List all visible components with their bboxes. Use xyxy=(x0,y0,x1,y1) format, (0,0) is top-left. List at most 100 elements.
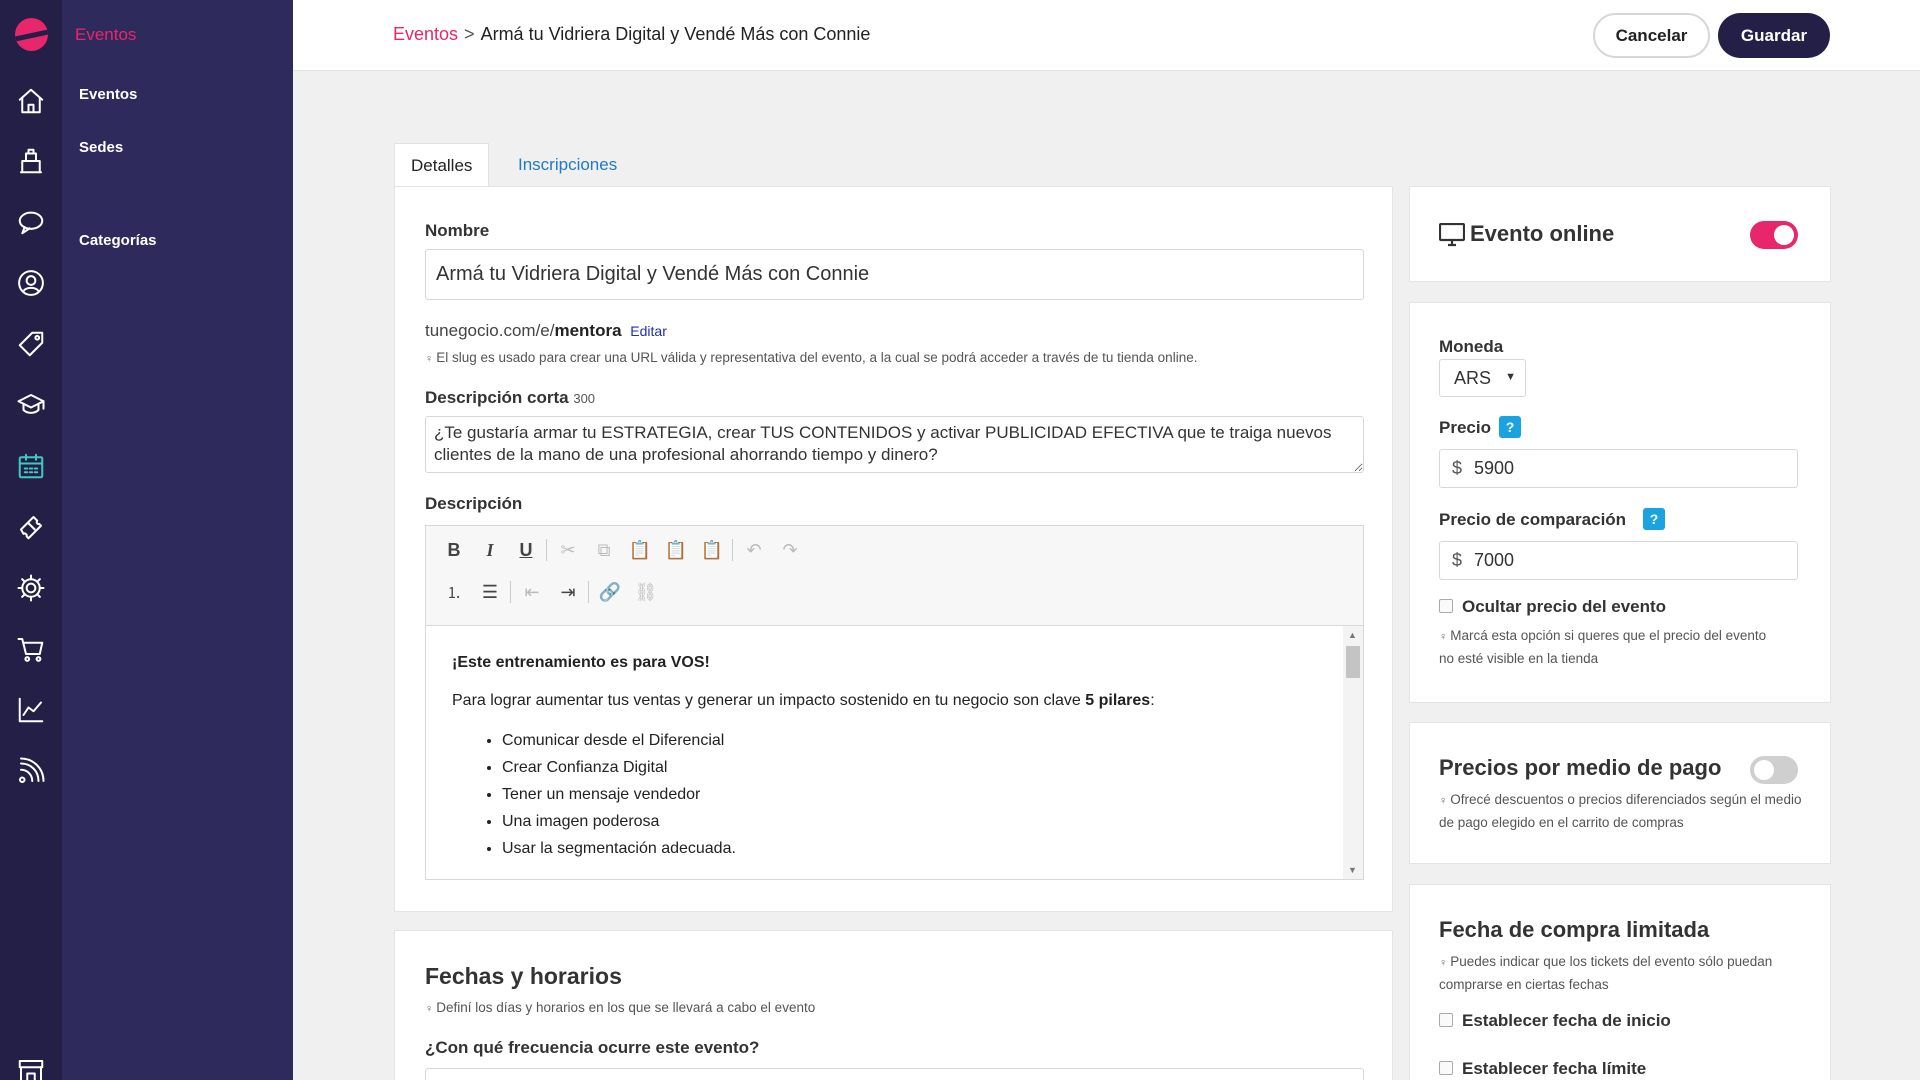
editor-paragraph: Para lograr aumentar tus ventas y genera… xyxy=(452,692,1317,710)
home-icon[interactable] xyxy=(14,84,48,118)
price-currency-symbol: $ xyxy=(1452,458,1463,478)
lightbulb-icon: ♀ xyxy=(1439,957,1448,969)
link-icon[interactable]: 🔗 xyxy=(596,578,624,606)
short-desc-count: 300 xyxy=(573,391,596,406)
name-label: Nombre xyxy=(425,221,490,240)
hide-price-hint-text: Marcá esta opción si queres que el preci… xyxy=(1439,628,1767,666)
start-date-label[interactable]: Establecer fecha de inicio xyxy=(1462,1011,1671,1031)
scrollbar-thumb[interactable] xyxy=(1346,646,1360,678)
end-date-label[interactable]: Establecer fecha límite xyxy=(1462,1059,1646,1079)
slug-hint: ♀ El slug es usado para crear una URL vál… xyxy=(425,347,1375,370)
section-title: Eventos xyxy=(75,25,137,44)
frequency-select[interactable] xyxy=(425,1068,1364,1080)
rss-icon[interactable] xyxy=(14,754,48,788)
tab-detalles[interactable]: Detalles xyxy=(394,143,490,187)
redo-icon[interactable]: ↷ xyxy=(776,536,804,564)
limited-date-title: Fecha de compra limitada xyxy=(1439,917,1710,942)
breadcrumb-separator: > xyxy=(464,24,475,44)
cart-icon[interactable] xyxy=(14,632,48,666)
bulleted-list-icon[interactable]: ☰ xyxy=(476,578,504,606)
start-date-checkbox[interactable] xyxy=(1439,1013,1453,1027)
unlink-icon[interactable]: ⛓ xyxy=(632,578,660,606)
breadcrumb-root-link[interactable]: Eventos xyxy=(393,24,458,44)
outdent-icon[interactable]: ⇤ xyxy=(518,578,546,606)
name-input[interactable] xyxy=(425,249,1364,300)
chat-icon[interactable] xyxy=(14,205,48,239)
scroll-down-icon[interactable]: ▼ xyxy=(1348,865,1357,875)
tab-inscripciones[interactable]: Inscripciones xyxy=(502,143,633,187)
paste-word-icon[interactable]: 📋 xyxy=(698,536,726,564)
limited-date-hint: ♀ Puedes indicar que los tickets del even… xyxy=(1439,951,1804,995)
lightbulb-icon: ♀ xyxy=(1439,631,1448,643)
shop-icon[interactable] xyxy=(14,1054,48,1080)
desc-label: Descripción xyxy=(425,494,523,513)
end-date-checkbox[interactable] xyxy=(1439,1061,1453,1075)
cut-icon[interactable]: ✂ xyxy=(554,536,582,564)
gear-icon[interactable] xyxy=(14,571,48,605)
hide-price-hint: ♀ Marcá esta opción si queres que el prec… xyxy=(1439,625,1779,669)
lightbulb-icon: ♀ xyxy=(1439,795,1448,807)
underline-icon[interactable]: U xyxy=(512,536,540,564)
scroll-up-icon[interactable]: ▲ xyxy=(1348,630,1357,640)
slug-edit-link[interactable]: Editar xyxy=(630,323,667,339)
user-icon[interactable] xyxy=(14,266,48,300)
breadcrumb-current: Armá tu Vidriera Digital y Vendé Más con… xyxy=(480,24,871,44)
pricing-card: Moneda ARS ▼ Precio ? $5900 Precio de co… xyxy=(1409,302,1831,703)
breadcrumb: Eventos > Armá tu Vidriera Digital y Vendé… xyxy=(393,24,870,45)
lightbulb-icon: ♀ xyxy=(425,353,434,365)
top-bar: Eventos > Armá tu Vidriera Digital y Vendé… xyxy=(293,0,1920,71)
graduation-cap-icon[interactable] xyxy=(14,388,48,422)
editor-toolbar: B I U ✂ ⧉ 📋 📋 📋 ↶ ↷ ⒈ ☰ ⇤ ⇥ 🔗 ⛓ xyxy=(426,526,1363,626)
subnav-item-sedes[interactable]: Sedes xyxy=(79,139,123,156)
compare-price-help-icon[interactable]: ? xyxy=(1643,508,1665,530)
list-item: Usar la segmentación adecuada. xyxy=(502,838,1317,859)
editor-content[interactable]: ¡Este entrenamiento es para VOS! Para lo… xyxy=(426,626,1343,879)
limited-date-card: Fecha de compra limitada ♀ Puedes indicar… xyxy=(1409,884,1831,1080)
calendar-icon[interactable] xyxy=(14,449,48,483)
price-label: Precio xyxy=(1439,418,1491,437)
chart-icon[interactable] xyxy=(14,693,48,727)
payment-prices-hint: ♀ Ofrecé descuentos o precios diferenciad… xyxy=(1439,789,1804,833)
price-input[interactable]: $5900 xyxy=(1439,449,1798,488)
editor-scrollbar[interactable]: ▲ ▼ xyxy=(1343,626,1363,879)
payment-prices-toggle[interactable] xyxy=(1750,756,1798,784)
payment-prices-hint-text: Ofrecé descuentos o precios diferenciado… xyxy=(1439,792,1802,830)
paste-text-icon[interactable]: 📋 xyxy=(662,536,690,564)
undo-icon[interactable]: ↶ xyxy=(740,536,768,564)
subnav-item-categorias[interactable]: Categorías xyxy=(79,232,157,249)
tag-icon[interactable] xyxy=(14,327,48,361)
details-card: Nombre tunegocio.com/e/mentora Editar ♀E… xyxy=(394,186,1393,912)
limited-date-hint-text: Puedes indicar que los tickets del event… xyxy=(1439,954,1773,992)
indent-icon[interactable]: ⇥ xyxy=(554,578,582,606)
compare-price-input[interactable]: $7000 xyxy=(1439,541,1798,580)
price-value: 5900 xyxy=(1474,458,1515,478)
subnav-item-eventos[interactable]: Eventos xyxy=(79,86,137,103)
brand-logo[interactable] xyxy=(15,18,48,51)
price-help-icon[interactable]: ? xyxy=(1499,416,1521,438)
paragraph-end: : xyxy=(1150,692,1155,709)
currency-select[interactable]: ARS ▼ xyxy=(1439,359,1526,397)
online-label: Evento online xyxy=(1470,221,1615,246)
payment-prices-title: Precios por medio de pago xyxy=(1439,755,1722,780)
hide-price-label[interactable]: Ocultar precio del evento xyxy=(1462,597,1666,617)
copy-icon[interactable]: ⧉ xyxy=(590,536,618,564)
frequency-label: ¿Con qué frecuencia ocurre este evento? xyxy=(425,1038,760,1057)
paste-icon[interactable]: 📋 xyxy=(626,536,654,564)
chevron-down-icon: ▼ xyxy=(1505,371,1516,383)
store-icon[interactable] xyxy=(14,144,48,178)
numbered-list-icon[interactable]: ⒈ xyxy=(440,578,468,606)
online-toggle[interactable] xyxy=(1750,221,1798,249)
list-item: Tener un mensaje vendedor xyxy=(502,784,1317,805)
short-desc-textarea[interactable]: ¿Te gustaría armar tu ESTRATEGIA, crear … xyxy=(425,416,1364,473)
compare-currency-symbol: $ xyxy=(1452,550,1463,570)
editor-bullet-list: Comunicar desde el Diferencial Crear Con… xyxy=(502,730,1317,859)
compare-price-value: 7000 xyxy=(1474,550,1515,570)
ticket-icon[interactable] xyxy=(14,510,48,544)
hide-price-checkbox[interactable] xyxy=(1439,599,1453,613)
save-button[interactable]: Guardar xyxy=(1718,13,1830,58)
italic-icon[interactable]: I xyxy=(476,536,504,564)
list-item: Una imagen poderosa xyxy=(502,811,1317,832)
cancel-button[interactable]: Cancelar xyxy=(1593,13,1710,58)
bold-icon[interactable]: B xyxy=(440,536,468,564)
lightbulb-icon: ♀ xyxy=(425,1003,434,1015)
